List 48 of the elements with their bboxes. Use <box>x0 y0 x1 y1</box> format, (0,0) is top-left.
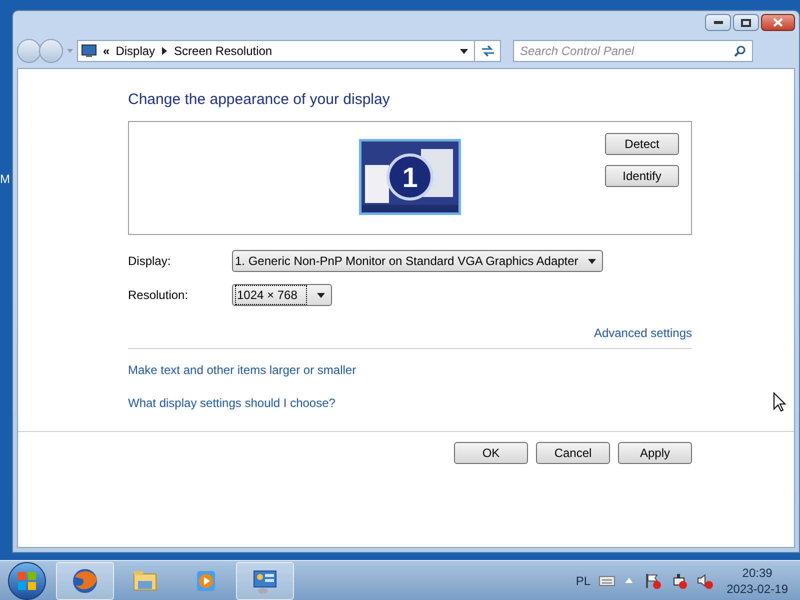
minimize-icon <box>714 21 722 24</box>
help-link[interactable]: Make text and other items larger or smaller <box>128 363 356 377</box>
clock-time[interactable]: 20:39 <box>742 564 772 580</box>
speaker-muted-icon[interactable] <box>696 572 713 588</box>
field-label: Resolution: <box>128 287 190 304</box>
keyboard-icon[interactable] <box>598 576 615 586</box>
dropdown[interactable]: 1. Generic Non-PnP Monitor on Standard VGA Graphics Adapter <box>232 250 604 272</box>
monitor-icon <box>81 44 97 58</box>
browser-app-icon <box>71 566 99 594</box>
breadcrumb-item[interactable]: Display <box>116 42 156 60</box>
flag-error-icon[interactable] <box>644 572 661 588</box>
chevron-right-icon[interactable] <box>162 47 168 55</box>
clock-date[interactable]: 2023-02-19 <box>726 580 788 596</box>
close-button[interactable] <box>761 14 795 31</box>
field-label: Display: <box>128 253 172 270</box>
history-caret-icon <box>67 49 73 53</box>
start-button[interactable] <box>8 562 46 600</box>
refresh-icon[interactable] <box>480 45 494 57</box>
taskbar-button[interactable] <box>236 562 294 600</box>
search-field[interactable]: Search Control Panel <box>513 40 753 62</box>
maximize-icon <box>741 18 751 26</box>
dialog-button[interactable]: Cancel <box>536 442 610 464</box>
page-heading: Change the appearance of your display <box>128 91 391 109</box>
monitor-thumbnail-icon[interactable]: 1 <box>359 139 461 215</box>
monitor-action-button[interactable]: Identify <box>605 165 679 187</box>
desktop-icon-label: M <box>0 171 10 188</box>
language-indicator[interactable]: PL <box>576 572 591 590</box>
search-icon[interactable] <box>734 45 746 57</box>
maximize-button[interactable] <box>733 14 759 31</box>
close-icon <box>773 18 783 27</box>
dropdown[interactable]: 1024 × 768 <box>232 284 332 306</box>
dropdown-arrow-icon <box>317 292 325 298</box>
mouse-cursor-icon <box>773 392 786 412</box>
advanced-settings-link[interactable]: Advanced settings <box>594 324 692 342</box>
dropdown-arrow-icon <box>588 258 596 264</box>
dropdown-arrow-icon[interactable] <box>460 48 468 54</box>
breadcrumb-overflow[interactable]: « <box>103 42 110 60</box>
windows-logo-icon <box>18 572 36 590</box>
network-error-icon[interactable] <box>670 572 687 588</box>
breadcrumb-item[interactable]: Screen Resolution <box>174 42 272 60</box>
help-link[interactable]: What display settings should I choose? <box>128 396 336 410</box>
dialog-button[interactable]: OK <box>454 442 528 464</box>
monitor-action-button[interactable]: Detect <box>605 133 679 155</box>
minimize-button[interactable] <box>705 14 731 31</box>
taskbar-button[interactable] <box>56 562 114 600</box>
address-bar[interactable]: « Display Screen Resolution <box>77 40 501 62</box>
search-input: Search Control Panel <box>520 42 734 60</box>
dialog-button[interactable]: Apply <box>618 442 692 464</box>
